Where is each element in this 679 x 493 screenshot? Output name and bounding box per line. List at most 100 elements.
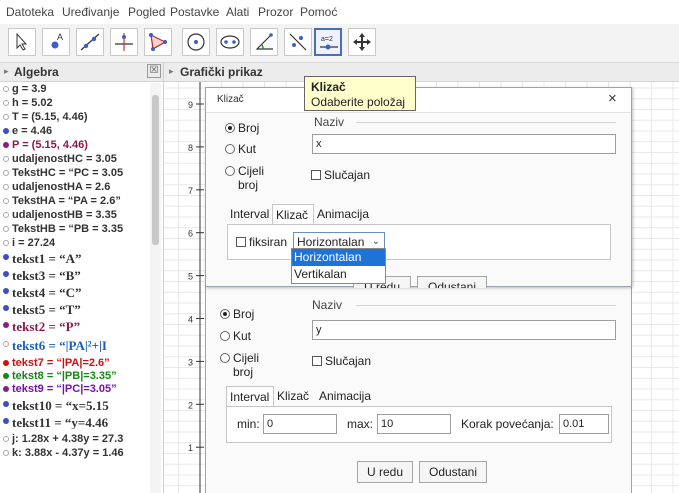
algebra-item[interactable]: tekst2 = “P”: [0, 319, 150, 333]
algebra-item-text: TekstHC = “PC = 3.05: [12, 167, 124, 179]
scrollbar-thumb[interactable]: [152, 95, 159, 245]
algebra-item-text: tekst8 = “|PB|=3.35”: [12, 370, 117, 382]
visibility-dot-icon[interactable]: [3, 212, 9, 218]
visibility-dot-icon[interactable]: [3, 170, 9, 176]
menu-bar: Datoteka Uređivanje Pogled Postavke Alat…: [0, 0, 679, 24]
step-field[interactable]: 0.01: [559, 414, 609, 434]
algebra-item[interactable]: h = 5.02: [0, 97, 150, 111]
visibility-dot-icon[interactable]: [3, 254, 9, 260]
algebra-item[interactable]: j: 1.28x + 4.38y = 27.3: [0, 433, 150, 447]
algebra-item[interactable]: i = 27.24: [0, 237, 150, 251]
visibility-dot-icon[interactable]: [3, 401, 9, 407]
tab-animation-y[interactable]: Animacija: [316, 386, 386, 406]
visibility-dot-icon[interactable]: [3, 450, 9, 456]
point-tool-button[interactable]: A: [42, 28, 70, 56]
menu-prozor[interactable]: Prozor: [258, 5, 293, 19]
menu-alati[interactable]: Alati: [226, 5, 249, 19]
algebra-item[interactable]: tekst6 = “|PA|²+|I: [0, 338, 150, 352]
circle-tool-button[interactable]: [182, 28, 210, 56]
algebra-item[interactable]: e = 4.46: [0, 125, 150, 139]
slider-tool-button[interactable]: a=2: [314, 28, 342, 56]
close-icon[interactable]: ×: [608, 90, 617, 107]
algebra-item[interactable]: tekst10 = “x=5.15: [0, 398, 150, 412]
visibility-dot-icon[interactable]: [3, 305, 9, 311]
algebra-item[interactable]: tekst7 = “|PA|=2.6”: [0, 357, 150, 371]
name-field-y[interactable]: y: [312, 320, 616, 340]
tooltip-text: Odaberite položaj: [311, 95, 406, 109]
visibility-dot-icon[interactable]: [3, 100, 9, 106]
visibility-dot-icon[interactable]: [3, 184, 9, 190]
move-view-tool-button[interactable]: [348, 28, 376, 56]
algebra-item[interactable]: P = (5.15, 4.46): [0, 139, 150, 153]
max-field[interactable]: 10: [377, 414, 451, 434]
algebra-item[interactable]: tekst5 = “T”: [0, 302, 150, 316]
visibility-dot-icon[interactable]: [3, 240, 9, 246]
visibility-dot-icon[interactable]: [3, 226, 9, 232]
visibility-dot-icon[interactable]: [3, 86, 9, 92]
algebra-item[interactable]: tekst9 = “|PC|=3.05”: [0, 383, 150, 397]
algebra-scrollbar[interactable]: [150, 83, 161, 493]
polygon-tool-button[interactable]: [144, 28, 172, 56]
algebra-item[interactable]: tekst3 = “B”: [0, 268, 150, 282]
algebra-item[interactable]: tekst1 = “A”: [0, 251, 150, 265]
tab-animation[interactable]: Animacija: [314, 204, 384, 224]
min-field[interactable]: 0: [263, 414, 337, 434]
menu-postavke[interactable]: Postavke: [170, 5, 219, 19]
tooltip: Klizač Odaberite položaj: [304, 76, 416, 111]
algebra-header: ▸ Algebra ☒: [0, 63, 163, 82]
line-icon: [80, 33, 100, 51]
cancel-button[interactable]: Odustani: [417, 276, 487, 288]
visibility-dot-icon[interactable]: [3, 271, 9, 277]
option-horizontal[interactable]: Horizontalan: [292, 249, 385, 266]
visibility-dot-icon[interactable]: [3, 386, 9, 392]
menu-pomoc[interactable]: Pomoć: [300, 5, 337, 19]
visibility-dot-icon[interactable]: [3, 288, 9, 294]
algebra-item[interactable]: T = (5.15, 4.46): [0, 111, 150, 125]
line-tool-button[interactable]: [76, 28, 104, 56]
algebra-item[interactable]: tekst11 = “y=4.46: [0, 415, 150, 429]
menu-datoteka[interactable]: Datoteka: [6, 5, 54, 19]
visibility-dot-icon[interactable]: [3, 198, 9, 204]
tab-slider-y[interactable]: Klizač: [274, 386, 316, 406]
visibility-dot-icon[interactable]: [3, 322, 9, 328]
algebra-item[interactable]: TekstHB = “PB = 3.35: [0, 223, 150, 237]
visibility-dot-icon[interactable]: [3, 128, 9, 134]
name-field[interactable]: x: [312, 134, 616, 154]
visibility-dot-icon[interactable]: [3, 436, 9, 442]
algebra-item[interactable]: udaljenostHB = 3.35: [0, 209, 150, 223]
visibility-dot-icon[interactable]: [3, 142, 9, 148]
algebra-item-text: tekst11 = “y=4.46: [12, 415, 109, 429]
visibility-dot-icon[interactable]: [3, 156, 9, 162]
tab-interval[interactable]: Interval: [227, 204, 272, 224]
angle-tool-button[interactable]: [250, 28, 278, 56]
perpendicular-tool-button[interactable]: [110, 28, 138, 56]
algebra-item[interactable]: tekst4 = “C”: [0, 285, 150, 299]
algebra-item[interactable]: TekstHA = “PA = 2.6”: [0, 195, 150, 209]
move-tool-button[interactable]: [8, 28, 36, 56]
algebra-item[interactable]: udaljenostHA = 2.6: [0, 181, 150, 195]
algebra-item[interactable]: k: 3.88x - 4.37y = 1.46: [0, 447, 150, 461]
visibility-dot-icon[interactable]: [3, 114, 9, 120]
ellipse-tool-button[interactable]: [216, 28, 244, 56]
close-view-icon[interactable]: ☒: [147, 64, 161, 78]
algebra-item[interactable]: TekstHC = “PC = 3.05: [0, 167, 150, 181]
algebra-item[interactable]: g = 3.9: [0, 83, 150, 97]
visibility-dot-icon[interactable]: [3, 373, 9, 379]
algebra-item[interactable]: udaljenostHC = 3.05: [0, 153, 150, 167]
menu-uredivanje[interactable]: Uređivanje: [62, 5, 119, 19]
tab-slider[interactable]: Klizač: [272, 204, 314, 224]
algebra-item[interactable]: tekst8 = “|PB|=3.35”: [0, 370, 150, 384]
algebra-item-text: udaljenostHC = 3.05: [12, 153, 117, 165]
graphics-header: ▸ Grafički prikaz: [164, 63, 679, 82]
visibility-dot-icon[interactable]: [3, 360, 9, 366]
tab-interval-y[interactable]: Interval: [226, 386, 274, 406]
menu-pogled[interactable]: Pogled: [128, 5, 165, 19]
option-vertical[interactable]: Vertikalan: [292, 266, 385, 283]
reflect-tool-button[interactable]: [284, 28, 312, 56]
cancel-button-y[interactable]: Odustani: [419, 461, 487, 483]
collapse-arrow-icon[interactable]: ▸: [4, 66, 9, 77]
ok-button-y[interactable]: U redu: [357, 461, 413, 483]
visibility-dot-icon[interactable]: [3, 341, 9, 347]
visibility-dot-icon[interactable]: [3, 418, 9, 424]
collapse-arrow-icon[interactable]: ▸: [169, 66, 174, 77]
